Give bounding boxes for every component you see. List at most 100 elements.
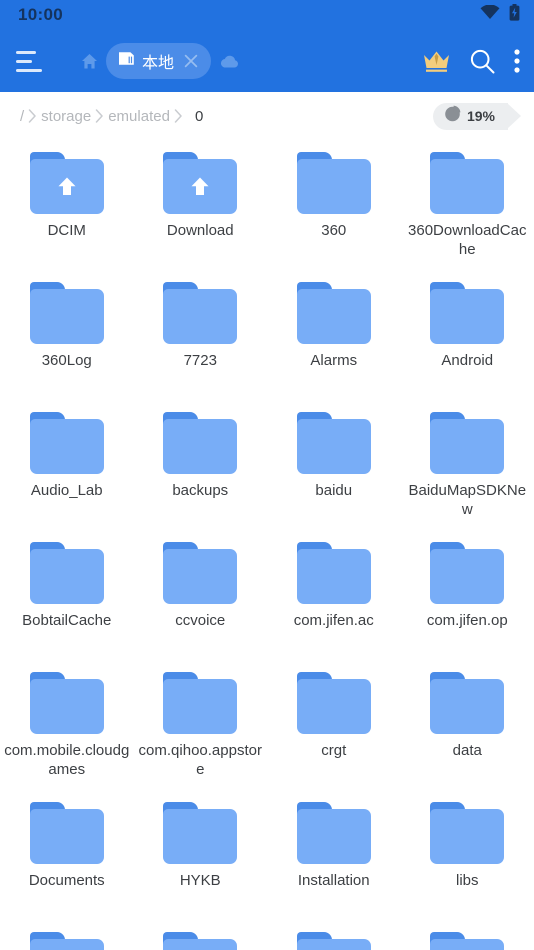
- folder-icon: [428, 282, 506, 344]
- file-grid-item[interactable]: [0, 920, 134, 950]
- file-grid-item[interactable]: libs: [401, 790, 534, 920]
- file-list-scroll-area[interactable]: DCIM Download 360 360DownloadCache 360Log 772…: [0, 140, 534, 950]
- breadcrumb-item[interactable]: /: [20, 108, 24, 125]
- folder-icon: [295, 932, 373, 950]
- file-grid-item[interactable]: Download: [134, 140, 268, 270]
- file-grid-item[interactable]: com.mobile.cloudgames: [0, 660, 134, 790]
- file-grid-item[interactable]: 7723: [134, 270, 268, 400]
- file-grid: DCIM Download 360 360DownloadCache 360Log 772…: [0, 140, 534, 950]
- folder-icon: [428, 802, 506, 864]
- tab-local[interactable]: 本地: [106, 43, 212, 79]
- hamburger-menu-icon[interactable]: [16, 49, 48, 73]
- file-grid-item-label: Audio_Lab: [30, 482, 103, 499]
- file-grid-item[interactable]: HYKB: [134, 790, 268, 920]
- file-grid-item[interactable]: Installation: [267, 790, 401, 920]
- file-grid-item[interactable]: com.jifen.ac: [267, 530, 401, 660]
- file-grid-item-label: libs: [455, 872, 479, 889]
- file-grid-item[interactable]: 360Log: [0, 270, 134, 400]
- file-grid-item[interactable]: [267, 920, 401, 950]
- file-grid-item[interactable]: ccvoice: [134, 530, 268, 660]
- folder-icon: [161, 932, 239, 950]
- breadcrumb-bar: / storage emulated 0 19%: [0, 92, 534, 140]
- file-grid-item-label: com.mobile.cloudgames: [4, 742, 130, 778]
- file-grid-item-label: com.jifen.op: [426, 612, 508, 629]
- file-grid-item-label: Alarms: [310, 352, 358, 369]
- home-icon[interactable]: [74, 46, 104, 76]
- file-grid-item[interactable]: 360DownloadCache: [401, 140, 534, 270]
- file-grid-item[interactable]: backups: [134, 400, 268, 530]
- crown-icon[interactable]: [422, 49, 451, 74]
- file-grid-item[interactable]: DCIM: [0, 140, 134, 270]
- file-grid-item[interactable]: [401, 920, 534, 950]
- file-grid-item[interactable]: Alarms: [267, 270, 401, 400]
- folder-icon: [161, 152, 239, 214]
- file-grid-item[interactable]: Android: [401, 270, 534, 400]
- status-bar: 10:00: [0, 0, 534, 30]
- folder-icon: [28, 672, 106, 734]
- breadcrumb-separator: [174, 109, 183, 123]
- file-grid-item-label: 360DownloadCache: [408, 222, 527, 258]
- search-icon[interactable]: [469, 48, 496, 75]
- file-grid-item-label: ccvoice: [175, 612, 226, 629]
- file-grid-item-label: Android: [441, 352, 494, 369]
- folder-icon: [161, 542, 239, 604]
- folder-icon: [161, 412, 239, 474]
- folder-icon: [428, 542, 506, 604]
- file-grid-item-label: com.jifen.ac: [293, 612, 374, 629]
- file-grid-item[interactable]: Documents: [0, 790, 134, 920]
- battery-charging-icon: [509, 4, 520, 26]
- file-grid-item[interactable]: 360: [267, 140, 401, 270]
- breadcrumb-separator: [95, 109, 104, 123]
- folder-icon: [295, 412, 373, 474]
- breadcrumb-item[interactable]: 0: [187, 108, 203, 125]
- file-grid-item-label: backups: [172, 482, 229, 499]
- file-grid-item-label: Documents: [28, 872, 105, 889]
- wifi-icon: [480, 4, 500, 25]
- sd-card-icon: [118, 51, 135, 71]
- file-grid-item-label: com.qihoo.appstore: [138, 742, 262, 778]
- more-vertical-icon[interactable]: [514, 49, 520, 73]
- tab-local-label: 本地: [142, 55, 175, 72]
- folder-icon: [28, 932, 106, 950]
- file-grid-item-label: baidu: [315, 482, 353, 499]
- folder-icon: [295, 152, 373, 214]
- breadcrumb: / storage emulated 0: [20, 108, 433, 125]
- breadcrumb-item[interactable]: storage: [41, 108, 91, 125]
- file-grid-item[interactable]: com.qihoo.appstore: [134, 660, 268, 790]
- file-grid-item-label: BobtailCache: [22, 612, 112, 629]
- folder-icon: [295, 282, 373, 344]
- file-grid-item-label: Download: [166, 222, 234, 239]
- status-bar-icons: [480, 4, 520, 26]
- folder-icon: [28, 802, 106, 864]
- file-grid-item[interactable]: Audio_Lab: [0, 400, 134, 530]
- app-bar-actions: [422, 48, 520, 75]
- close-icon[interactable]: [181, 51, 201, 71]
- breadcrumb-item[interactable]: emulated: [108, 108, 170, 125]
- folder-icon: [161, 672, 239, 734]
- file-grid-item-label: HYKB: [179, 872, 221, 889]
- cloud-icon[interactable]: [213, 46, 247, 76]
- file-grid-item[interactable]: com.jifen.op: [401, 530, 534, 660]
- folder-icon: [28, 542, 106, 604]
- folder-icon: [428, 412, 506, 474]
- file-grid-item-label: crgt: [321, 742, 347, 759]
- folder-icon: [161, 282, 239, 344]
- pie-chart-icon: [444, 105, 461, 127]
- storage-badge[interactable]: 19%: [432, 102, 522, 130]
- file-grid-item[interactable]: data: [401, 660, 534, 790]
- file-grid-item[interactable]: BobtailCache: [0, 530, 134, 660]
- storage-percent: 19%: [466, 108, 495, 124]
- file-grid-item[interactable]: crgt: [267, 660, 401, 790]
- upload-arrow-icon: [28, 176, 106, 197]
- file-grid-item[interactable]: BaiduMapSDKNew: [401, 400, 534, 530]
- folder-icon: [28, 282, 106, 344]
- file-grid-item-label: 7723: [183, 352, 217, 369]
- folder-icon: [295, 542, 373, 604]
- file-grid-item-label: data: [452, 742, 482, 759]
- file-grid-item[interactable]: baidu: [267, 400, 401, 530]
- tab-strip: 本地: [74, 43, 422, 79]
- folder-icon: [161, 802, 239, 864]
- folder-icon: [428, 152, 506, 214]
- file-grid-item[interactable]: [134, 920, 268, 950]
- folder-icon: [295, 672, 373, 734]
